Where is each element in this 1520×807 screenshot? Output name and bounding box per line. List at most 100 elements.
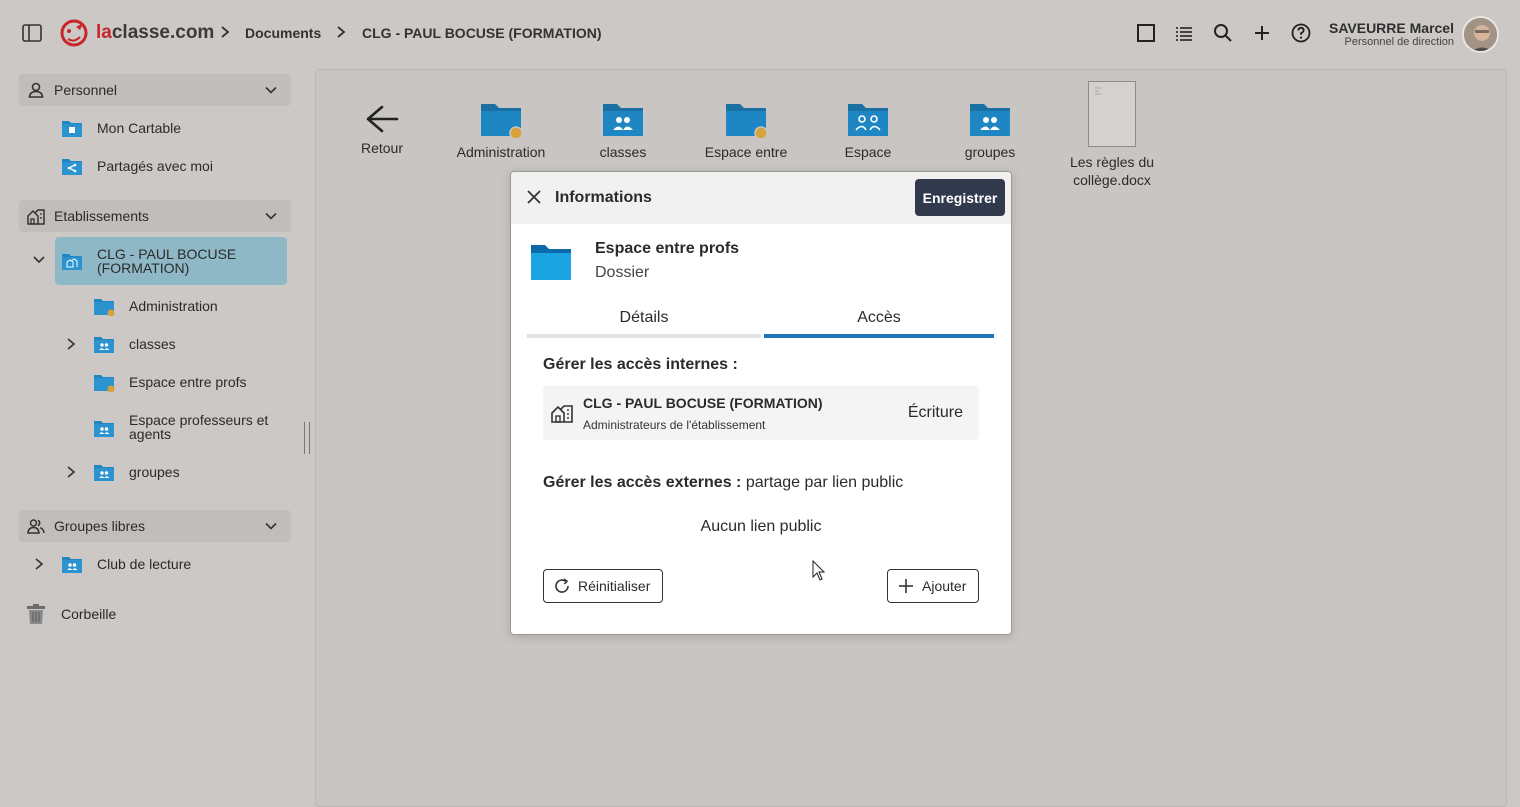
breadcrumb-documents[interactable]: Documents: [245, 25, 321, 41]
sidebar-item-partages[interactable]: Partagés avec moi: [61, 152, 281, 180]
dialog-title: Informations: [555, 189, 652, 206]
sidebar-item-label: Club de lecture: [97, 556, 192, 572]
brand-logo-icon: [60, 19, 88, 47]
no-public-link-text: Aucun lien public: [700, 518, 822, 535]
school-icon: [551, 405, 573, 423]
folder-group-icon: [94, 337, 114, 353]
users-icon: [27, 519, 45, 534]
chevron-down-icon[interactable]: [265, 84, 277, 96]
tab-details[interactable]: Détails: [527, 304, 761, 338]
folder-group-icon: [970, 104, 1010, 136]
folder-briefcase-icon: [62, 121, 82, 137]
user-info[interactable]: SAVEURRE Marcel Personnel de direction: [1329, 21, 1454, 49]
grid-item-espace-entre-profs[interactable]: Espace entre: [691, 100, 801, 160]
chevron-down-icon[interactable]: [265, 520, 277, 532]
sidebar-item-corbeille[interactable]: Corbeille: [25, 600, 225, 628]
chevron-down-icon[interactable]: [33, 255, 45, 265]
document-lines-icon: [1095, 87, 1102, 95]
sidebar-item-label: Mon Cartable: [97, 120, 182, 136]
plus-icon: [899, 579, 913, 593]
grid-item-label: groupes: [964, 144, 1016, 160]
grid-item-espace-professeurs[interactable]: Espace: [813, 100, 923, 160]
user-role: Personnel de direction: [1344, 36, 1454, 48]
grid-item-classes[interactable]: classes: [568, 100, 678, 160]
chevron-right-icon: [221, 26, 230, 38]
brand-logo[interactable]: laclasse.com: [58, 17, 214, 49]
sidebar-item-label: Administration: [129, 298, 218, 314]
sidebar-toggle-icon[interactable]: [22, 24, 42, 42]
section-groupes-libres[interactable]: Groupes libres: [19, 510, 291, 542]
informations-dialog: Informations Enregistrer Espace entre pr…: [510, 171, 1012, 635]
chevron-right-icon[interactable]: [34, 558, 44, 570]
school-icon: [27, 209, 45, 225]
access-group-role: Administrateurs de l'établissement: [583, 418, 766, 432]
mouse-cursor-icon: [812, 560, 826, 581]
chevron-right-icon: [337, 26, 346, 38]
trash-icon: [27, 604, 45, 624]
folder-badge-icon: [94, 299, 115, 316]
folder-badge-icon: [94, 375, 115, 392]
reset-label: Réinitialiser: [578, 578, 651, 594]
access-row[interactable]: CLG - PAUL BOCUSE (FORMATION) Administra…: [543, 386, 979, 440]
reset-button[interactable]: Réinitialiser: [543, 569, 663, 603]
avatar[interactable]: [1462, 16, 1499, 53]
sidebar-item-club-lecture[interactable]: Club de lecture: [61, 550, 281, 578]
sidebar-item-espace-agents[interactable]: Espace professeurs et agents: [93, 410, 293, 444]
top-bar: laclasse.com Documents CLG - PAUL BOCUSE…: [0, 0, 1520, 66]
breadcrumb-school[interactable]: CLG - PAUL BOCUSE (FORMATION): [362, 25, 602, 41]
arrow-left-icon: [366, 105, 399, 133]
external-access-subtitle: partage par lien public: [745, 474, 904, 491]
grid-item-label: classes: [599, 144, 647, 160]
section-personnel[interactable]: Personnel: [19, 74, 291, 106]
folder-icon: [531, 245, 571, 280]
search-icon[interactable]: [1212, 22, 1234, 44]
list-view-icon[interactable]: [1173, 22, 1195, 44]
chevron-right-icon[interactable]: [66, 338, 76, 350]
grid-item-label: Espace: [844, 144, 892, 160]
external-access-title: Gérer les accès externes : partage par l…: [543, 474, 904, 491]
folder-school-icon: [62, 254, 82, 270]
sidebar-item-mon-cartable[interactable]: Mon Cartable: [61, 114, 281, 142]
help-icon[interactable]: [1290, 22, 1312, 44]
section-etablissements[interactable]: Etablissements: [19, 200, 291, 232]
grid-item-groupes[interactable]: groupes: [935, 100, 1045, 160]
sidebar-item-label: classes: [129, 336, 176, 352]
back-button[interactable]: Retour: [327, 104, 437, 156]
add-link-button[interactable]: Ajouter: [887, 569, 979, 603]
folder-group-icon: [603, 104, 643, 136]
tab-acces[interactable]: Accès: [764, 304, 994, 338]
item-name: Espace entre profs: [595, 240, 740, 257]
add-icon[interactable]: [1251, 22, 1273, 44]
grid-item-label: Espace entre: [704, 144, 788, 160]
grid-item-regles-docx[interactable]: Les règles du collège.docx: [1057, 81, 1167, 189]
folder-badge-icon: [481, 104, 523, 138]
sidebar-item-espace-profs[interactable]: Espace entre profs: [93, 368, 283, 396]
grid-view-icon[interactable]: [1135, 22, 1157, 44]
back-label: Retour: [360, 140, 404, 156]
chevron-right-icon[interactable]: [66, 466, 76, 478]
sidebar-item-school[interactable]: CLG - PAUL BOCUSE (FORMATION): [55, 237, 287, 285]
folder-group-icon: [62, 557, 82, 573]
section-groupes-libres-label: Groupes libres: [54, 518, 146, 534]
sidebar-item-label: CLG - PAUL BOCUSE (FORMATION): [97, 246, 237, 276]
sidebar-item-administration[interactable]: Administration: [93, 292, 283, 320]
refresh-icon: [555, 578, 569, 593]
internal-access-title: Gérer les accès internes :: [543, 356, 738, 373]
brand-name: laclasse.com: [96, 22, 215, 43]
document-icon: [1088, 81, 1136, 147]
dialog-tabs: Détails Accès: [527, 304, 995, 338]
grid-item-administration[interactable]: Administration: [446, 100, 556, 160]
sidebar-item-groupes[interactable]: groupes: [93, 458, 283, 486]
sidebar-item-classes[interactable]: classes: [93, 330, 283, 358]
save-button[interactable]: Enregistrer: [915, 179, 1005, 216]
grid-item-label: Administration: [456, 144, 546, 160]
sidebar-item-label: Espace professeurs et agents: [129, 412, 269, 442]
chevron-down-icon[interactable]: [265, 210, 277, 222]
sidebar-resize-handle[interactable]: [304, 422, 310, 454]
access-permission[interactable]: Écriture: [908, 404, 963, 422]
folder-shared-icon: [62, 159, 82, 175]
sidebar-item-label: Partagés avec moi: [97, 158, 213, 174]
folder-group-icon: [94, 465, 114, 481]
folder-badge-icon: [726, 104, 768, 138]
close-icon[interactable]: [527, 190, 541, 204]
